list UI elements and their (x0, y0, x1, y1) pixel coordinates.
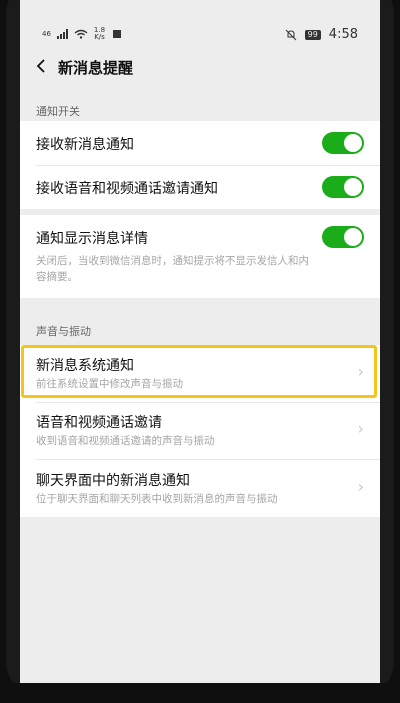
status-right: 99 4:58 (285, 27, 358, 42)
status-left: 46 1.8 K/s (42, 27, 122, 41)
highlight-box (21, 345, 377, 398)
sound-item-call-invite[interactable]: 语音和视频通话邀请 收到语音和视频通话邀请的声音与振动 › (36, 402, 364, 459)
section-header-sound: 声音与振动 (36, 325, 91, 338)
receive-new-msg-label: 接收新消息通知 (36, 137, 134, 153)
show-details-label: 通知显示消息详情 (36, 231, 148, 247)
phone-screen: 46 1.8 K/s 99 4:58 新消息提醒 通知开关 接收新消息通知 接收… (20, 0, 380, 683)
notify-card: 接收新消息通知 接收语音和视频通话邀请通知 (20, 121, 380, 209)
sound-item-title: 聊天界面中的新消息通知 (36, 473, 190, 489)
receive-new-msg-row[interactable]: 接收新消息通知 (36, 121, 364, 165)
network-speed: 1.8 K/s (94, 27, 105, 41)
receive-call-invite-label: 接收语音和视频通话邀请通知 (36, 181, 218, 197)
network-type: 46 (42, 30, 51, 38)
receive-call-invite-row[interactable]: 接收语音和视频通话邀请通知 (36, 165, 364, 209)
sound-item-desc: 位于聊天界面和聊天列表中收到新消息的声音与振动 (36, 493, 278, 505)
notification-icon (113, 30, 122, 38)
receive-call-invite-toggle[interactable] (322, 176, 364, 198)
back-arrow-icon[interactable] (34, 58, 50, 74)
show-details-desc-line1: 关闭后，当收到微信消息时，通知提示将不显示发信人和内 (36, 255, 309, 267)
wifi-icon (74, 29, 88, 39)
status-bar: 46 1.8 K/s 99 4:58 (20, 0, 380, 42)
section-header-notify: 通知开关 (36, 105, 80, 118)
battery-icon: 99 (304, 29, 321, 40)
signal-icon (56, 29, 68, 39)
sound-item-chat-msg[interactable]: 聊天界面中的新消息通知 位于聊天界面和聊天列表中收到新消息的声音与振动 › (36, 460, 364, 517)
receive-new-msg-toggle[interactable] (322, 132, 364, 154)
bottom-bezel (0, 683, 400, 703)
chevron-right-icon: › (357, 477, 364, 496)
nav-bar: 新消息提醒 (20, 45, 380, 90)
page-title: 新消息提醒 (58, 59, 134, 77)
details-card: 通知显示消息详情 关闭后，当收到微信消息时，通知提示将不显示发信人和内 容摘要。 (20, 215, 380, 298)
speed-unit: K/s (94, 33, 105, 41)
mute-bell-icon (285, 29, 296, 40)
show-details-row[interactable]: 通知显示消息详情 关闭后，当收到微信消息时，通知提示将不显示发信人和内 容摘要。 (36, 215, 364, 298)
clock: 4:58 (328, 27, 358, 42)
chevron-right-icon: › (357, 419, 364, 438)
show-details-toggle[interactable] (322, 226, 364, 248)
sound-item-title: 语音和视频通话邀请 (36, 415, 162, 431)
show-details-desc-line2: 容摘要。 (36, 271, 78, 283)
sound-item-desc: 收到语音和视频通话邀请的声音与振动 (36, 435, 215, 447)
